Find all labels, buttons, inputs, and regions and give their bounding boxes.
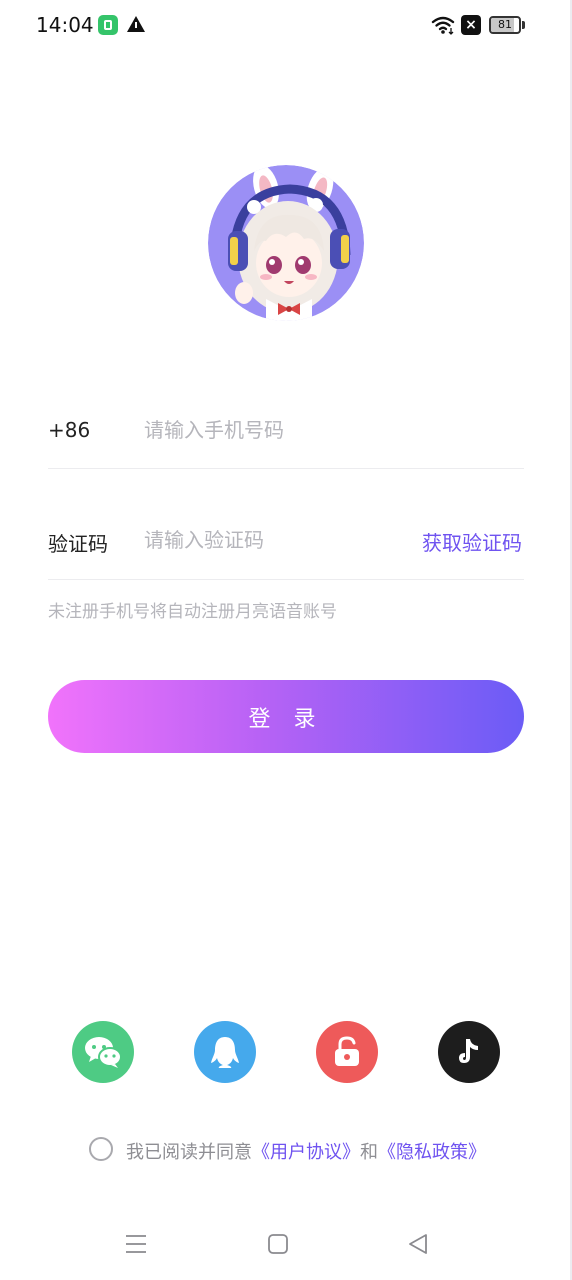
tiktok-icon [459,1039,478,1063]
code-label: 验证码 [48,532,108,556]
agreement-checkbox[interactable] [89,1137,113,1161]
code-divider [48,579,524,580]
register-hint: 未注册手机号将自动注册月亮语音账号 [48,602,337,622]
tiktok-login-button[interactable] [438,1021,500,1083]
password-login-button[interactable] [316,1021,378,1083]
phone-divider [48,468,524,469]
battery-nub [522,21,525,29]
qq-login-button[interactable] [194,1021,256,1083]
login-button[interactable]: 登 录 [48,680,524,753]
agreement-and: 和 [360,1142,378,1163]
qq-icon [211,1037,239,1068]
wechat-login-button[interactable] [72,1021,134,1083]
wechat-icon [85,1037,122,1068]
wifi-icon [431,16,455,35]
get-code-button[interactable]: 获取验证码 [422,527,522,556]
user-agreement-link[interactable]: 《用户协议》 [252,1142,360,1163]
avatar [208,165,364,321]
country-code[interactable]: +86 [48,418,90,442]
warning-mark [135,22,137,28]
avatar-illustration [208,165,364,321]
home-icon[interactable] [266,1232,290,1256]
app-notification-icon [98,15,118,35]
menu-icon[interactable] [124,1232,148,1256]
status-time: 14:04 [36,13,94,37]
login-screen: 14:04 × 81 +86 请输入手机号码 验证码 请输入验证码 获取验证码 … [0,0,572,1280]
phone-input[interactable] [144,416,484,444]
back-icon[interactable] [406,1232,430,1256]
status-bar: 14:04 × 81 [0,0,572,52]
battery-level: 81 [498,18,512,31]
agreement-prefix: 我已阅读并同意 [126,1142,252,1163]
code-input[interactable] [144,526,374,554]
no-signal-icon: × [461,15,481,35]
unlock-icon [335,1036,359,1066]
agreement-text: 我已阅读并同意《用户协议》和《隐私政策》 [126,1138,486,1164]
battery-icon: 81 [489,16,521,34]
privacy-policy-link[interactable]: 《隐私政策》 [378,1142,486,1163]
